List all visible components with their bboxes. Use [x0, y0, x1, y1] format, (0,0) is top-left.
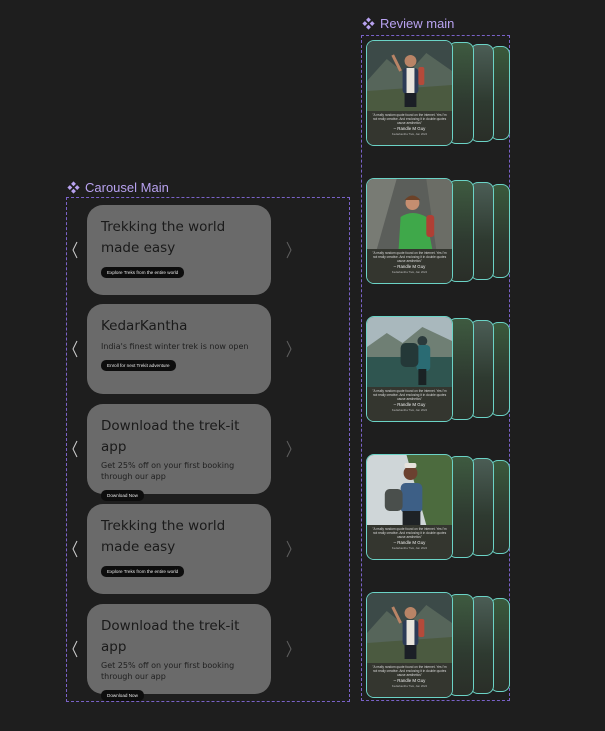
slide-subtitle: Get 25% off on your first booking throug…: [101, 661, 235, 681]
review-meta: Kedarkantha Trek, Jan 2024: [391, 270, 428, 274]
review-card[interactable]: "A really random quote found on the inte…: [366, 40, 453, 146]
reviewer-photo: [367, 317, 452, 387]
slide-button[interactable]: Enroll for next Trekit adventure: [101, 360, 176, 371]
slide-card[interactable]: Download the trek-it app Get 25% off on …: [87, 604, 271, 701]
chevron-left-icon[interactable]: [71, 540, 79, 558]
review-quote: "A really random quote found on the inte…: [372, 665, 447, 677]
reviewer-photo: [367, 41, 452, 111]
review-frame[interactable]: "A really random quote found on the inte…: [361, 35, 510, 701]
slide-button[interactable]: Download Now: [101, 490, 144, 501]
slide-button[interactable]: Explore Treks from the entire world: [101, 566, 185, 577]
chevron-right-icon[interactable]: [285, 540, 293, 558]
chevron-left-icon[interactable]: [71, 340, 79, 358]
chevron-right-icon[interactable]: [285, 640, 293, 658]
chevron-right-icon[interactable]: [285, 241, 293, 259]
reviewer-photo: [367, 179, 452, 249]
review-quote: "A really random quote found on the inte…: [372, 389, 447, 401]
review-quote: "A really random quote found on the inte…: [372, 251, 447, 263]
slide-card[interactable]: Trekking the world made easy Explore Tre…: [87, 205, 271, 295]
review-author: – Randle M Guy: [393, 402, 426, 407]
component-icon: [67, 181, 80, 194]
carousel-slide[interactable]: KedarKantha India's finest winter trek i…: [67, 304, 350, 396]
carousel-slide[interactable]: Download the trek-it app Get 25% off on …: [67, 404, 350, 501]
review-author: – Randle M Guy: [393, 264, 426, 269]
review-frame-label[interactable]: Review main: [362, 16, 454, 31]
carousel-frame[interactable]: Trekking the world made easy Explore Tre…: [66, 197, 350, 702]
review-author: – Randle M Guy: [393, 678, 426, 683]
carousel-slide[interactable]: Trekking the world made easy Explore Tre…: [67, 205, 350, 297]
review-row[interactable]: "A really random quote found on the inte…: [366, 592, 510, 698]
chevron-left-icon[interactable]: [71, 241, 79, 259]
carousel-slide[interactable]: Trekking the world made easy Explore Tre…: [67, 504, 350, 596]
slide-button[interactable]: Download Now: [101, 690, 144, 701]
review-author: – Randle M Guy: [393, 540, 426, 545]
component-icon: [362, 17, 375, 30]
chevron-left-icon[interactable]: [71, 440, 79, 458]
review-quote-area: "A really random quote found on the inte…: [367, 663, 452, 697]
slide-button[interactable]: Explore Treks from the entire world: [101, 267, 185, 278]
slide-card[interactable]: KedarKantha India's finest winter trek i…: [87, 304, 271, 394]
review-quote-area: "A really random quote found on the inte…: [367, 387, 452, 421]
reviewer-photo: [367, 593, 452, 663]
carousel-frame-label[interactable]: Carousel Main: [67, 180, 169, 195]
review-card[interactable]: "A really random quote found on the inte…: [366, 316, 453, 422]
review-meta: Kedarkantha Trek, Jan 2024: [391, 684, 428, 688]
slide-subtitle: India's finest winter trek is now open: [101, 342, 249, 351]
slide-title: Trekking the world made easy: [101, 518, 226, 555]
slide-card[interactable]: Download the trek-it app Get 25% off on …: [87, 404, 271, 501]
review-meta: Kedarkantha Trek, Jan 2024: [391, 132, 428, 136]
review-card[interactable]: "A really random quote found on the inte…: [366, 454, 453, 560]
chevron-right-icon[interactable]: [285, 340, 293, 358]
review-meta: Kedarkantha Trek, Jan 2024: [391, 408, 428, 412]
review-meta: Kedarkantha Trek, Jan 2024: [391, 546, 428, 550]
review-row[interactable]: "A really random quote found on the inte…: [366, 316, 510, 422]
review-card[interactable]: "A really random quote found on the inte…: [366, 592, 453, 698]
review-quote: "A really random quote found on the inte…: [372, 527, 447, 539]
review-row[interactable]: "A really random quote found on the inte…: [366, 178, 510, 284]
review-row[interactable]: "A really random quote found on the inte…: [366, 454, 510, 560]
review-author: – Randle M Guy: [393, 126, 426, 131]
chevron-left-icon[interactable]: [71, 640, 79, 658]
review-frame-title: Review main: [380, 16, 455, 31]
reviewer-photo: [367, 455, 452, 525]
slide-title: Trekking the world made easy: [101, 219, 226, 256]
review-card[interactable]: "A really random quote found on the inte…: [366, 178, 453, 284]
review-quote: "A really random quote found on the inte…: [372, 113, 447, 125]
review-quote-area: "A really random quote found on the inte…: [367, 249, 452, 283]
review-row[interactable]: "A really random quote found on the inte…: [366, 40, 510, 146]
carousel-slide[interactable]: Download the trek-it app Get 25% off on …: [67, 604, 350, 701]
slide-title: Download the trek-it app: [101, 618, 240, 655]
slide-title: Download the trek-it app: [101, 418, 240, 455]
review-quote-area: "A really random quote found on the inte…: [367, 525, 452, 559]
carousel-frame-title: Carousel Main: [85, 180, 169, 195]
slide-subtitle: Get 25% off on your first booking throug…: [101, 461, 235, 481]
slide-card[interactable]: Trekking the world made easy Explore Tre…: [87, 504, 271, 594]
review-quote-area: "A really random quote found on the inte…: [367, 111, 452, 145]
chevron-right-icon[interactable]: [285, 440, 293, 458]
slide-title: KedarKantha: [101, 318, 188, 334]
